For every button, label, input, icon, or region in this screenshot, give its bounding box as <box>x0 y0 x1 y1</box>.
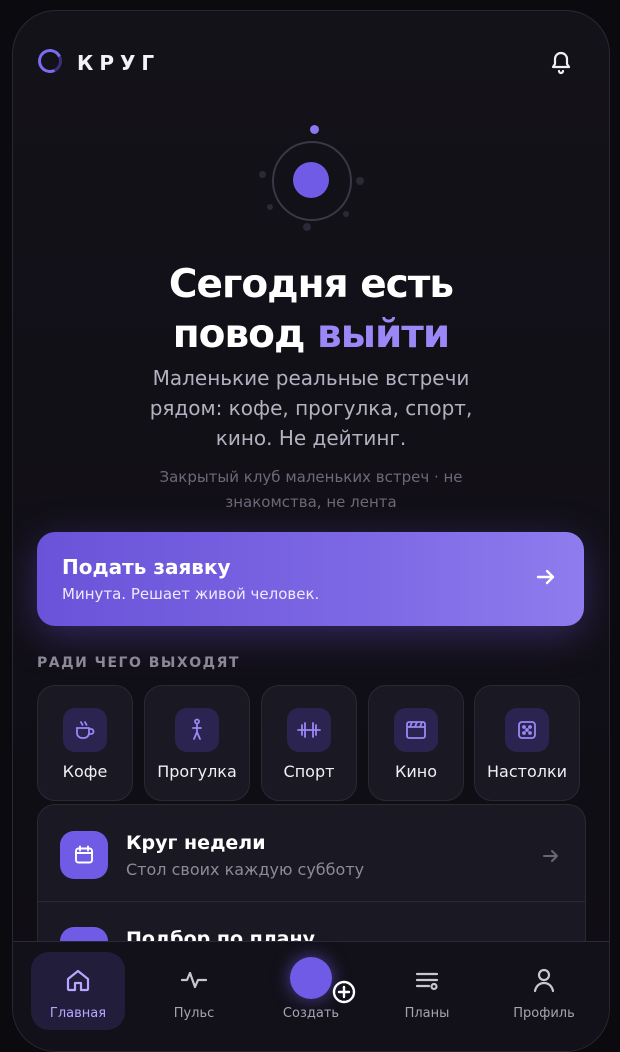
headline-line-1: Сегодня есть <box>168 262 454 307</box>
apply-button-subtitle: Минута. Решает живой человек. <box>62 585 320 603</box>
category-sport-tile[interactable]: Спорт <box>261 685 357 801</box>
dice-icon <box>505 708 549 752</box>
film-icon <box>394 708 438 752</box>
tab-label: Пульс <box>173 1006 215 1021</box>
profile-icon <box>533 968 555 993</box>
category-label: Прогулка <box>157 762 237 781</box>
category-walk-tile[interactable]: Прогулка <box>144 685 250 801</box>
tab-create[interactable]: Создать <box>264 952 358 1030</box>
plus-icon <box>290 957 356 1004</box>
tab-home[interactable]: Главная <box>31 952 125 1030</box>
apply-button-title: Подать заявку <box>62 555 231 579</box>
tab-profile[interactable]: Профиль <box>497 952 591 1030</box>
category-label: Настолки <box>486 762 568 781</box>
tab-label: Главная <box>49 1006 107 1021</box>
coffee-cup-icon <box>63 708 107 752</box>
apply-button[interactable]: Подать заявку Минута. Решает живой челов… <box>37 532 584 626</box>
tab-label: Создать <box>282 1006 340 1021</box>
arrow-right-icon <box>542 847 560 869</box>
list-divider <box>38 901 585 902</box>
category-boardgames-tile[interactable]: Настолки <box>474 685 580 801</box>
dumbbell-icon <box>287 708 331 752</box>
home-icon <box>66 969 90 992</box>
tab-pulse[interactable]: Пульс <box>147 952 241 1030</box>
pulse-icon <box>180 971 208 989</box>
calendar-icon <box>60 831 108 879</box>
notifications-bell-icon[interactable] <box>549 49 573 75</box>
category-label: Кино <box>394 762 437 781</box>
category-label: Кофе <box>62 762 108 781</box>
list-item-subtitle: Стол своих каждую субботу <box>126 860 365 879</box>
hero-core-dot <box>293 162 329 198</box>
tab-label: Профиль <box>513 1006 575 1021</box>
headline-line-2: повод выйти <box>13 309 609 361</box>
category-cinema-tile[interactable]: Кино <box>368 685 464 801</box>
headline-plain: повод <box>172 312 306 357</box>
list-icon <box>415 972 439 991</box>
arrow-right-icon <box>535 566 557 588</box>
app-screen: КРУГ Сегодня есть повод выйти Маленькие … <box>12 10 610 1052</box>
headline-accent: выйти <box>317 312 450 357</box>
walking-person-icon <box>175 708 219 752</box>
tab-plans[interactable]: Планы <box>380 952 474 1030</box>
hero-note: Закрытый клуб маленьких встреч · не знак… <box>159 468 463 511</box>
app-logo-text: КРУГ <box>77 51 161 75</box>
list-item-title: Круг недели <box>126 832 266 854</box>
category-label: Спорт <box>283 762 335 781</box>
section-label: РАДИ ЧЕГО ВЫХОДЯТ <box>37 655 240 671</box>
logo-ring-icon <box>34 45 66 77</box>
hero-subtitle: Маленькие реальные встречи рядом: кофе, … <box>149 366 473 450</box>
category-coffee-tile[interactable]: Кофе <box>37 685 133 801</box>
tab-label: Планы <box>404 1006 450 1021</box>
bottom-tab-bar: Главная Пульс Создать Планы Профиль <box>13 941 609 1051</box>
